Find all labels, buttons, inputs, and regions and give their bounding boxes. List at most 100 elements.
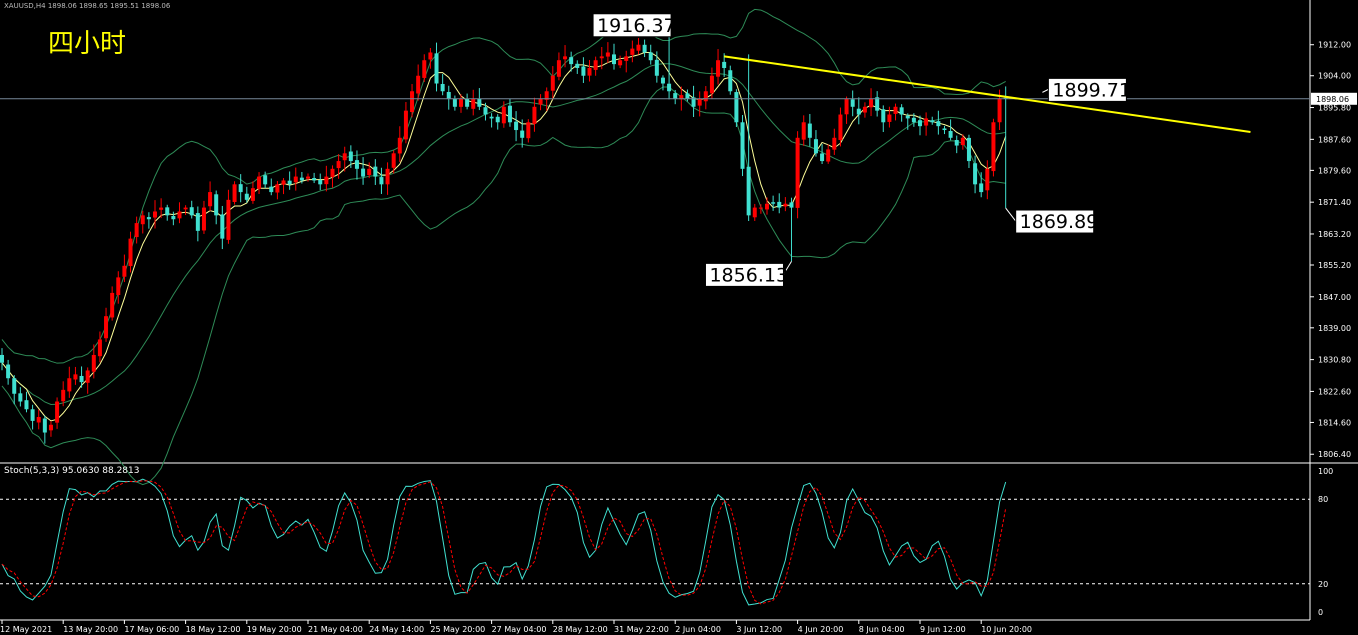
candle-body [807, 123, 812, 138]
candle-body [244, 193, 249, 200]
candle-body [826, 149, 831, 162]
candle-body [275, 184, 280, 193]
time-tick-label: 2 Jun 04:00 [675, 625, 721, 634]
candle-body [483, 107, 488, 115]
candle-body [391, 153, 396, 168]
candle-body [171, 216, 176, 220]
time-tick-label: 17 May 06:00 [124, 625, 179, 634]
candle-body [624, 56, 629, 61]
candle-body [563, 56, 568, 60]
candle-body [887, 114, 892, 122]
candle-body [336, 161, 341, 169]
candle-body [495, 116, 500, 123]
candle-body [110, 292, 115, 318]
candle-body [293, 176, 298, 183]
symbol-header: XAUUSD,H4 1898.06 1898.65 1895.51 1898.0… [4, 2, 171, 10]
candle-body [722, 61, 727, 68]
price-tick-label: 1863.20 [1318, 230, 1351, 239]
annotation-label-recent-low: 1869.89 [1020, 211, 1099, 233]
time-tick-label: 9 Jun 12:00 [920, 625, 966, 634]
candle-body [550, 75, 555, 91]
candle-body [250, 188, 255, 201]
candle-body [465, 98, 470, 107]
candle-body [226, 199, 231, 240]
candle-body [587, 67, 592, 76]
candle-body [734, 92, 739, 123]
candle-body [520, 130, 525, 138]
candle-body [612, 54, 616, 65]
candle-body [306, 176, 310, 179]
candle-body [434, 53, 439, 84]
price-tick-label: 1847.00 [1318, 293, 1351, 302]
candle-body [667, 83, 672, 92]
candle-body [630, 48, 635, 55]
candle-body [61, 389, 66, 402]
time-tick-label: 24 May 14:00 [369, 625, 424, 634]
candle-body [312, 178, 317, 181]
annotation-label-low: 1856.13 [709, 264, 788, 286]
candle-body [403, 110, 408, 140]
candle-body [875, 97, 880, 111]
candle-body [911, 117, 916, 123]
time-tick-label: 28 May 12:00 [553, 625, 608, 634]
candle-body [636, 44, 641, 51]
candle-body [514, 121, 519, 131]
time-tick-label: 21 May 04:00 [308, 625, 363, 634]
candle-body [183, 207, 188, 210]
candle-body [42, 418, 47, 433]
candle-body [104, 316, 109, 339]
price-tick-label: 1912.00 [1318, 41, 1351, 50]
candle-body [238, 184, 243, 193]
candle-body [709, 75, 714, 94]
candle-body [257, 176, 262, 189]
candle-body [881, 109, 886, 123]
annotation-label-current: 1899.71 [1052, 79, 1131, 101]
candle-body [373, 166, 378, 177]
candle-body [422, 60, 427, 78]
candle-body [128, 238, 133, 267]
candle-body [795, 137, 800, 208]
candle-body [771, 202, 776, 204]
candle-body [379, 177, 384, 185]
candle-body [660, 77, 665, 84]
candle-body [581, 66, 586, 76]
candle-body [618, 60, 623, 66]
candle-body [526, 122, 531, 139]
time-tick-label: 3 Jun 12:00 [736, 625, 782, 634]
stoch-tick-label: 0 [1318, 608, 1323, 617]
candle-body [177, 211, 182, 219]
chart-canvas: 1912.00 1904.00 1895.80 1887.60 1879.60 1871.… [0, 0, 1358, 635]
candle-body [354, 160, 359, 169]
candle-body [146, 217, 151, 220]
candle-body [801, 122, 806, 140]
price-tick-label: 1806.40 [1318, 450, 1351, 459]
candle-body [746, 166, 751, 216]
candle-body [936, 121, 941, 127]
time-tick-label: 19 May 20:00 [247, 625, 302, 634]
candle-body [91, 354, 96, 372]
candle-body [556, 60, 561, 77]
candle-body [452, 98, 457, 107]
price-tick-label: 1904.00 [1318, 72, 1351, 81]
price-tick-label: 1895.80 [1318, 104, 1351, 113]
candle-body [416, 75, 421, 94]
stoch-tick-label: 20 [1318, 580, 1328, 589]
time-tick-label: 13 May 20:00 [63, 625, 118, 634]
candle-body [997, 99, 1002, 123]
candle-body [752, 207, 757, 218]
candle-body [813, 139, 818, 154]
price-tick-label: 1879.60 [1318, 166, 1351, 175]
candle-body [899, 107, 904, 115]
candle-body [575, 63, 580, 68]
price-tick-label: 1822.60 [1318, 387, 1351, 396]
candle-body [905, 115, 910, 119]
candle-body [740, 122, 745, 169]
candle-body [930, 120, 935, 123]
candle-body [673, 93, 678, 100]
time-tick-label: 27 May 04:00 [492, 625, 547, 634]
candle-body [440, 83, 445, 92]
candle-body [697, 99, 702, 106]
candle-body [287, 180, 292, 185]
candle-body [538, 99, 543, 105]
candle-body [330, 168, 335, 177]
